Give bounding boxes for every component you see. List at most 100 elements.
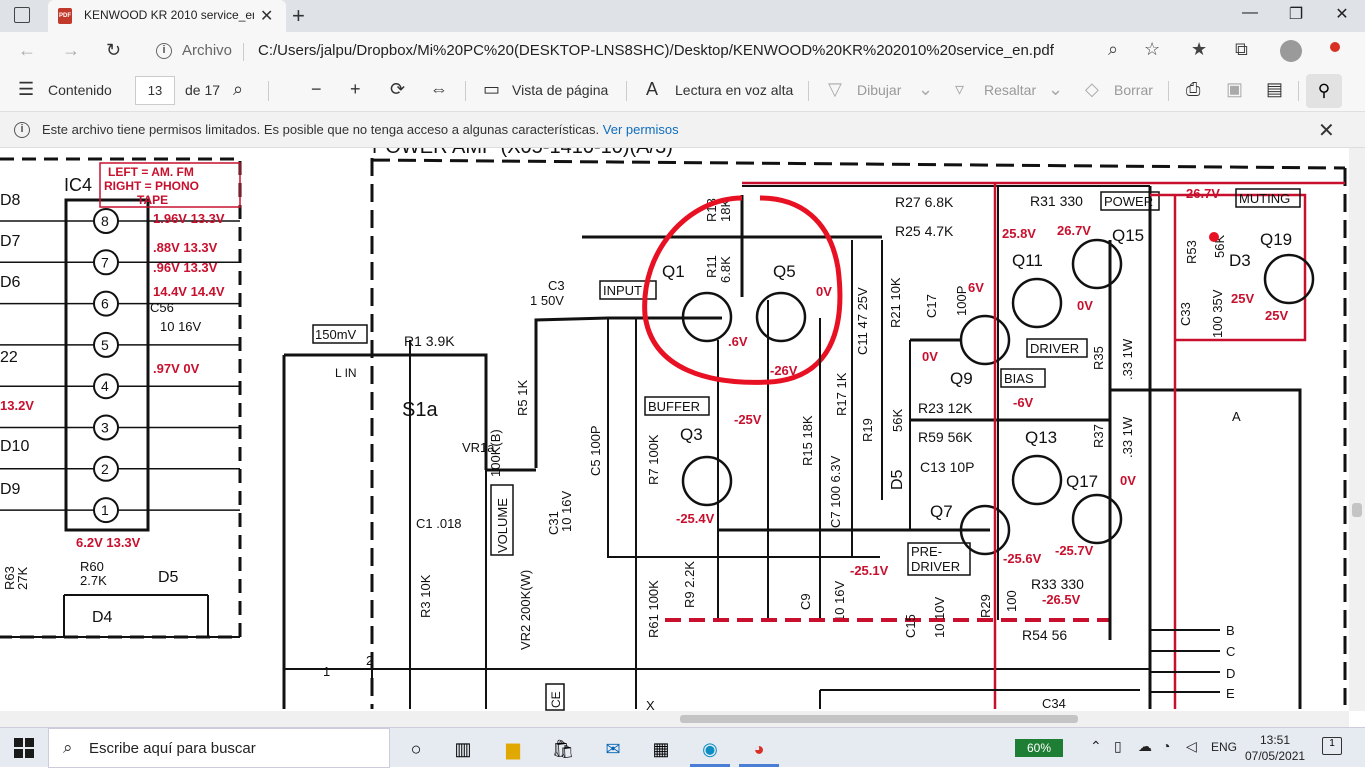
voltage-q15: 0V xyxy=(1077,298,1093,313)
tab-title: KENWOOD KR 2010 service_en.p xyxy=(84,8,254,22)
cloud-icon[interactable]: ☁ xyxy=(1138,738,1152,755)
forward-icon[interactable]: → xyxy=(62,40,80,61)
close-window-button[interactable]: ✕ xyxy=(1327,4,1357,24)
voltage-r33: -26.5V xyxy=(1042,592,1081,607)
info-close-icon[interactable]: ✕ xyxy=(1318,118,1335,143)
search-icon[interactable]: ⌕ xyxy=(233,79,243,100)
browser-tab[interactable]: PDF KENWOOD KR 2010 service_en.p ✕ xyxy=(48,0,286,32)
connector-e: E xyxy=(1226,686,1235,701)
task-view-icon[interactable]: ▥ xyxy=(450,736,476,762)
rotate-icon[interactable]: ⟳ xyxy=(390,79,405,100)
horizontal-scroll-thumb[interactable] xyxy=(680,715,1078,723)
vertical-scroll-thumb[interactable] xyxy=(1352,503,1362,517)
ic-voltage-6: .96V 13.3V xyxy=(153,260,218,275)
refresh-icon[interactable]: ↻ xyxy=(106,40,121,61)
tray-chevron-icon[interactable]: ⌃ xyxy=(1090,738,1102,755)
erase-button[interactable]: Borrar xyxy=(1114,82,1153,98)
r19-label: R19 xyxy=(860,418,875,442)
page-view-button[interactable]: Vista de página xyxy=(512,82,608,98)
tab-actions-icon[interactable] xyxy=(14,7,30,23)
restore-button[interactable]: ❐ xyxy=(1281,4,1311,24)
read-aloud-button[interactable]: Lectura en voz alta xyxy=(675,82,793,98)
horizontal-scrollbar[interactable] xyxy=(0,711,1349,727)
q1-label: Q1 xyxy=(662,262,685,281)
new-tab-button[interactable]: + xyxy=(292,3,305,29)
wifi-icon[interactable]: ◔ xyxy=(1162,738,1170,754)
ic4-pins: 8 7 6 5 4 3 2 1 xyxy=(0,208,240,524)
chevron-down-icon[interactable]: ⌄ xyxy=(1048,79,1063,100)
fit-page-icon[interactable]: ⇔ xyxy=(430,79,448,100)
taskbar-clock[interactable]: 13:51 07/05/2021 xyxy=(1245,732,1305,764)
battery-indicator[interactable]: 60% xyxy=(1015,739,1063,757)
store-icon[interactable]: 🛍 xyxy=(550,736,576,762)
zoom-in-icon[interactable]: + xyxy=(350,79,361,100)
c9-value: 10 16V xyxy=(832,580,847,622)
favorites-icon[interactable]: ★ xyxy=(1191,39,1207,60)
eraser-icon[interactable]: ◇ xyxy=(1085,79,1099,100)
pdf-viewer[interactable]: POWER AMP (X05-1410-10)(A/3) IC4 LEFT = … xyxy=(0,148,1349,711)
r1-label: R1 3.9K xyxy=(404,333,455,349)
collections-icon[interactable]: ⧉ xyxy=(1235,39,1248,60)
ic-note-1: LEFT = AM. FM xyxy=(108,165,194,179)
mail-icon[interactable]: ✉ xyxy=(600,736,626,762)
r11-value: 6.8K xyxy=(718,256,733,283)
q3-voltage: -25V xyxy=(734,412,762,427)
zoom-out-icon[interactable]: − xyxy=(311,79,322,100)
transistor-q17 xyxy=(1071,493,1123,545)
r17-label: R17 1K xyxy=(834,372,849,416)
highlight-icon[interactable]: ▿ xyxy=(955,79,964,100)
section-title: POWER AMP (X05-1410-10)(A/3) xyxy=(372,148,673,158)
c17-label: C17 xyxy=(924,294,939,318)
save-icon[interactable]: ▣ xyxy=(1226,79,1243,100)
transistor-q15 xyxy=(1071,238,1123,290)
draw-button[interactable]: Dibujar xyxy=(857,82,901,98)
contents-icon[interactable]: ☰ xyxy=(18,79,34,100)
highlight-button[interactable]: Resaltar xyxy=(984,82,1036,98)
c15-label: C15 xyxy=(903,614,918,638)
r27-label: R27 6.8K xyxy=(895,194,954,210)
chrome-icon[interactable]: ◕ xyxy=(746,736,772,762)
vertical-scrollbar[interactable] xyxy=(1349,148,1365,711)
contents-button[interactable]: Contenido xyxy=(48,82,112,98)
network-icon[interactable]: ▯ xyxy=(1114,738,1122,755)
r3-label: R3 10K xyxy=(418,574,433,618)
profile-avatar[interactable] xyxy=(1280,40,1302,62)
zoom-icon[interactable]: ⌕ xyxy=(1108,39,1118,60)
page-view-icon[interactable]: ▭ xyxy=(483,79,500,100)
windows-start-icon[interactable] xyxy=(14,738,34,758)
save-as-icon[interactable]: ▤ xyxy=(1266,79,1283,100)
view-permissions-link[interactable]: Ver permisos xyxy=(603,122,679,137)
c56-value: 10 16V xyxy=(160,319,202,334)
taskbar-search-box[interactable]: ⌕ Escribe aquí para buscar xyxy=(48,728,390,768)
cortana-icon[interactable]: ○ xyxy=(403,736,429,762)
edge-icon[interactable]: ◉ xyxy=(697,736,723,762)
read-aloud-icon[interactable]: A xyxy=(646,79,658,100)
c11-label: C11 47 25V xyxy=(855,287,870,355)
page-number-input[interactable]: 13 xyxy=(135,76,175,105)
draw-icon[interactable]: ▽ xyxy=(828,79,842,100)
file-explorer-icon[interactable]: ▆ xyxy=(500,736,526,762)
chevron-down-icon[interactable]: ⌄ xyxy=(918,79,933,100)
volume-label: VOLUME xyxy=(495,498,510,553)
c3-value: 1 50V xyxy=(530,293,564,308)
ic-voltage-4: .97V 0V xyxy=(153,361,200,376)
calculator-icon[interactable]: ▦ xyxy=(648,736,674,762)
language-indicator[interactable]: ENG xyxy=(1211,740,1237,754)
clock-date: 07/05/2021 xyxy=(1245,749,1306,763)
back-icon[interactable]: ← xyxy=(18,40,36,61)
print-icon[interactable]: ⎙ xyxy=(1186,79,1200,100)
pin-toolbar-icon[interactable]: ⚲ xyxy=(1306,74,1342,108)
volume-icon[interactable]: ◁ xyxy=(1186,738,1197,755)
notification-dot-icon[interactable] xyxy=(1330,42,1340,52)
taskbar-search-input[interactable]: Escribe aquí para buscar xyxy=(89,740,256,757)
minimize-button[interactable]: — xyxy=(1235,4,1265,22)
info-icon: i xyxy=(14,122,30,138)
predriver-label-2: DRIVER xyxy=(911,559,960,574)
add-favorite-icon[interactable]: ☆ xyxy=(1144,39,1160,60)
r31-label: R31 330 xyxy=(1030,193,1083,209)
r23-label: R23 12K xyxy=(918,400,973,416)
notifications-icon[interactable]: 1 xyxy=(1322,737,1342,755)
tab-close-button[interactable]: ✕ xyxy=(260,6,273,26)
url-field[interactable]: C:/Users/jalpu/Dropbox/Mi%20PC%20(DESKTO… xyxy=(258,42,1054,59)
site-info-icon[interactable]: i xyxy=(156,43,172,59)
